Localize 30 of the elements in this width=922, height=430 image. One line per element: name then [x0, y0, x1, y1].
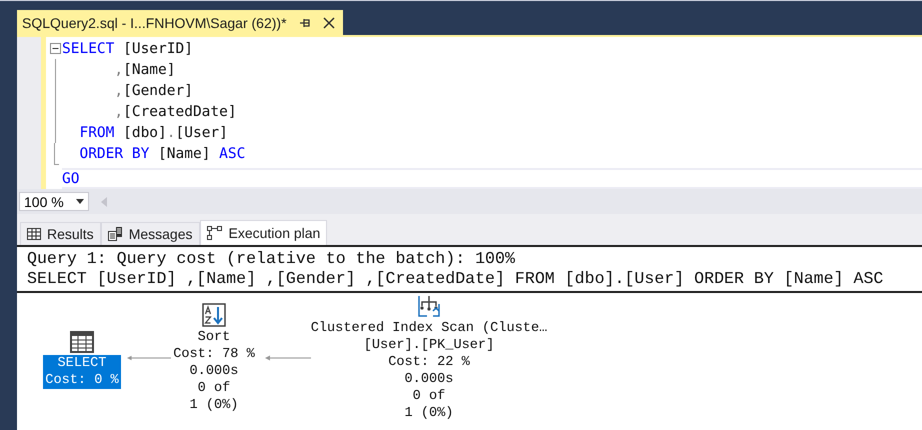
pin-icon[interactable]	[298, 16, 311, 28]
sort-icon	[202, 303, 226, 327]
code-line: ORDER BY [Name] ASC	[78, 146, 246, 162]
zoom-dropdown[interactable]: 100 %	[19, 192, 89, 211]
close-icon[interactable]	[322, 16, 335, 28]
code-line: ,[Name]	[113, 62, 176, 78]
current-code-line: GO	[62, 170, 80, 186]
code-line: ,[CreatedDate]	[113, 104, 237, 120]
arrow-connector	[265, 355, 311, 361]
code-line: ,[Gender]	[113, 82, 193, 98]
plan-header-text: Query 1: Query cost (relative to the batch): 100%	[27, 249, 516, 269]
document-title: SQLQuery2.sql - I...FNHOVM\Sagar (62))*	[22, 14, 287, 30]
plan-node-label[interactable]: SELECT Cost: 0 %	[43, 355, 121, 389]
grid-icon	[27, 228, 41, 240]
plan-header-text: SELECT [UserID] ,[Name] ,[Gender] ,[CreatedDate] FROM [dbo].[User] ORDER BY [Name] ASC	[27, 269, 884, 289]
index-scan-icon	[417, 294, 441, 318]
plan-node-label[interactable]: Clustered Index Scan (Cluste… [User].[PK_User] Cost: 22 % 0.000s 0 of 1 (0%)	[308, 320, 550, 422]
plan-icon	[206, 226, 222, 240]
result-tab[interactable]: Messages	[100, 222, 200, 245]
result-tab[interactable]: Execution plan	[200, 220, 328, 245]
code-line: FROM [dbo].[User]	[78, 124, 228, 140]
code-line: SELECT [UserID]	[62, 40, 193, 56]
collapse-icon[interactable]	[50, 43, 60, 54]
caret-icon	[76, 199, 84, 204]
result-tab[interactable]: Results	[20, 222, 101, 245]
messages-icon	[108, 227, 123, 241]
plan-node-label[interactable]: Sort Cost: 78 % 0.000s 0 of 1 (0%)	[171, 329, 257, 414]
document-tab[interactable]: SQLQuery2.sql - I...FNHOVM\Sagar (62))*	[17, 10, 343, 35]
table-icon	[70, 331, 94, 353]
arrow-connector	[127, 355, 171, 361]
